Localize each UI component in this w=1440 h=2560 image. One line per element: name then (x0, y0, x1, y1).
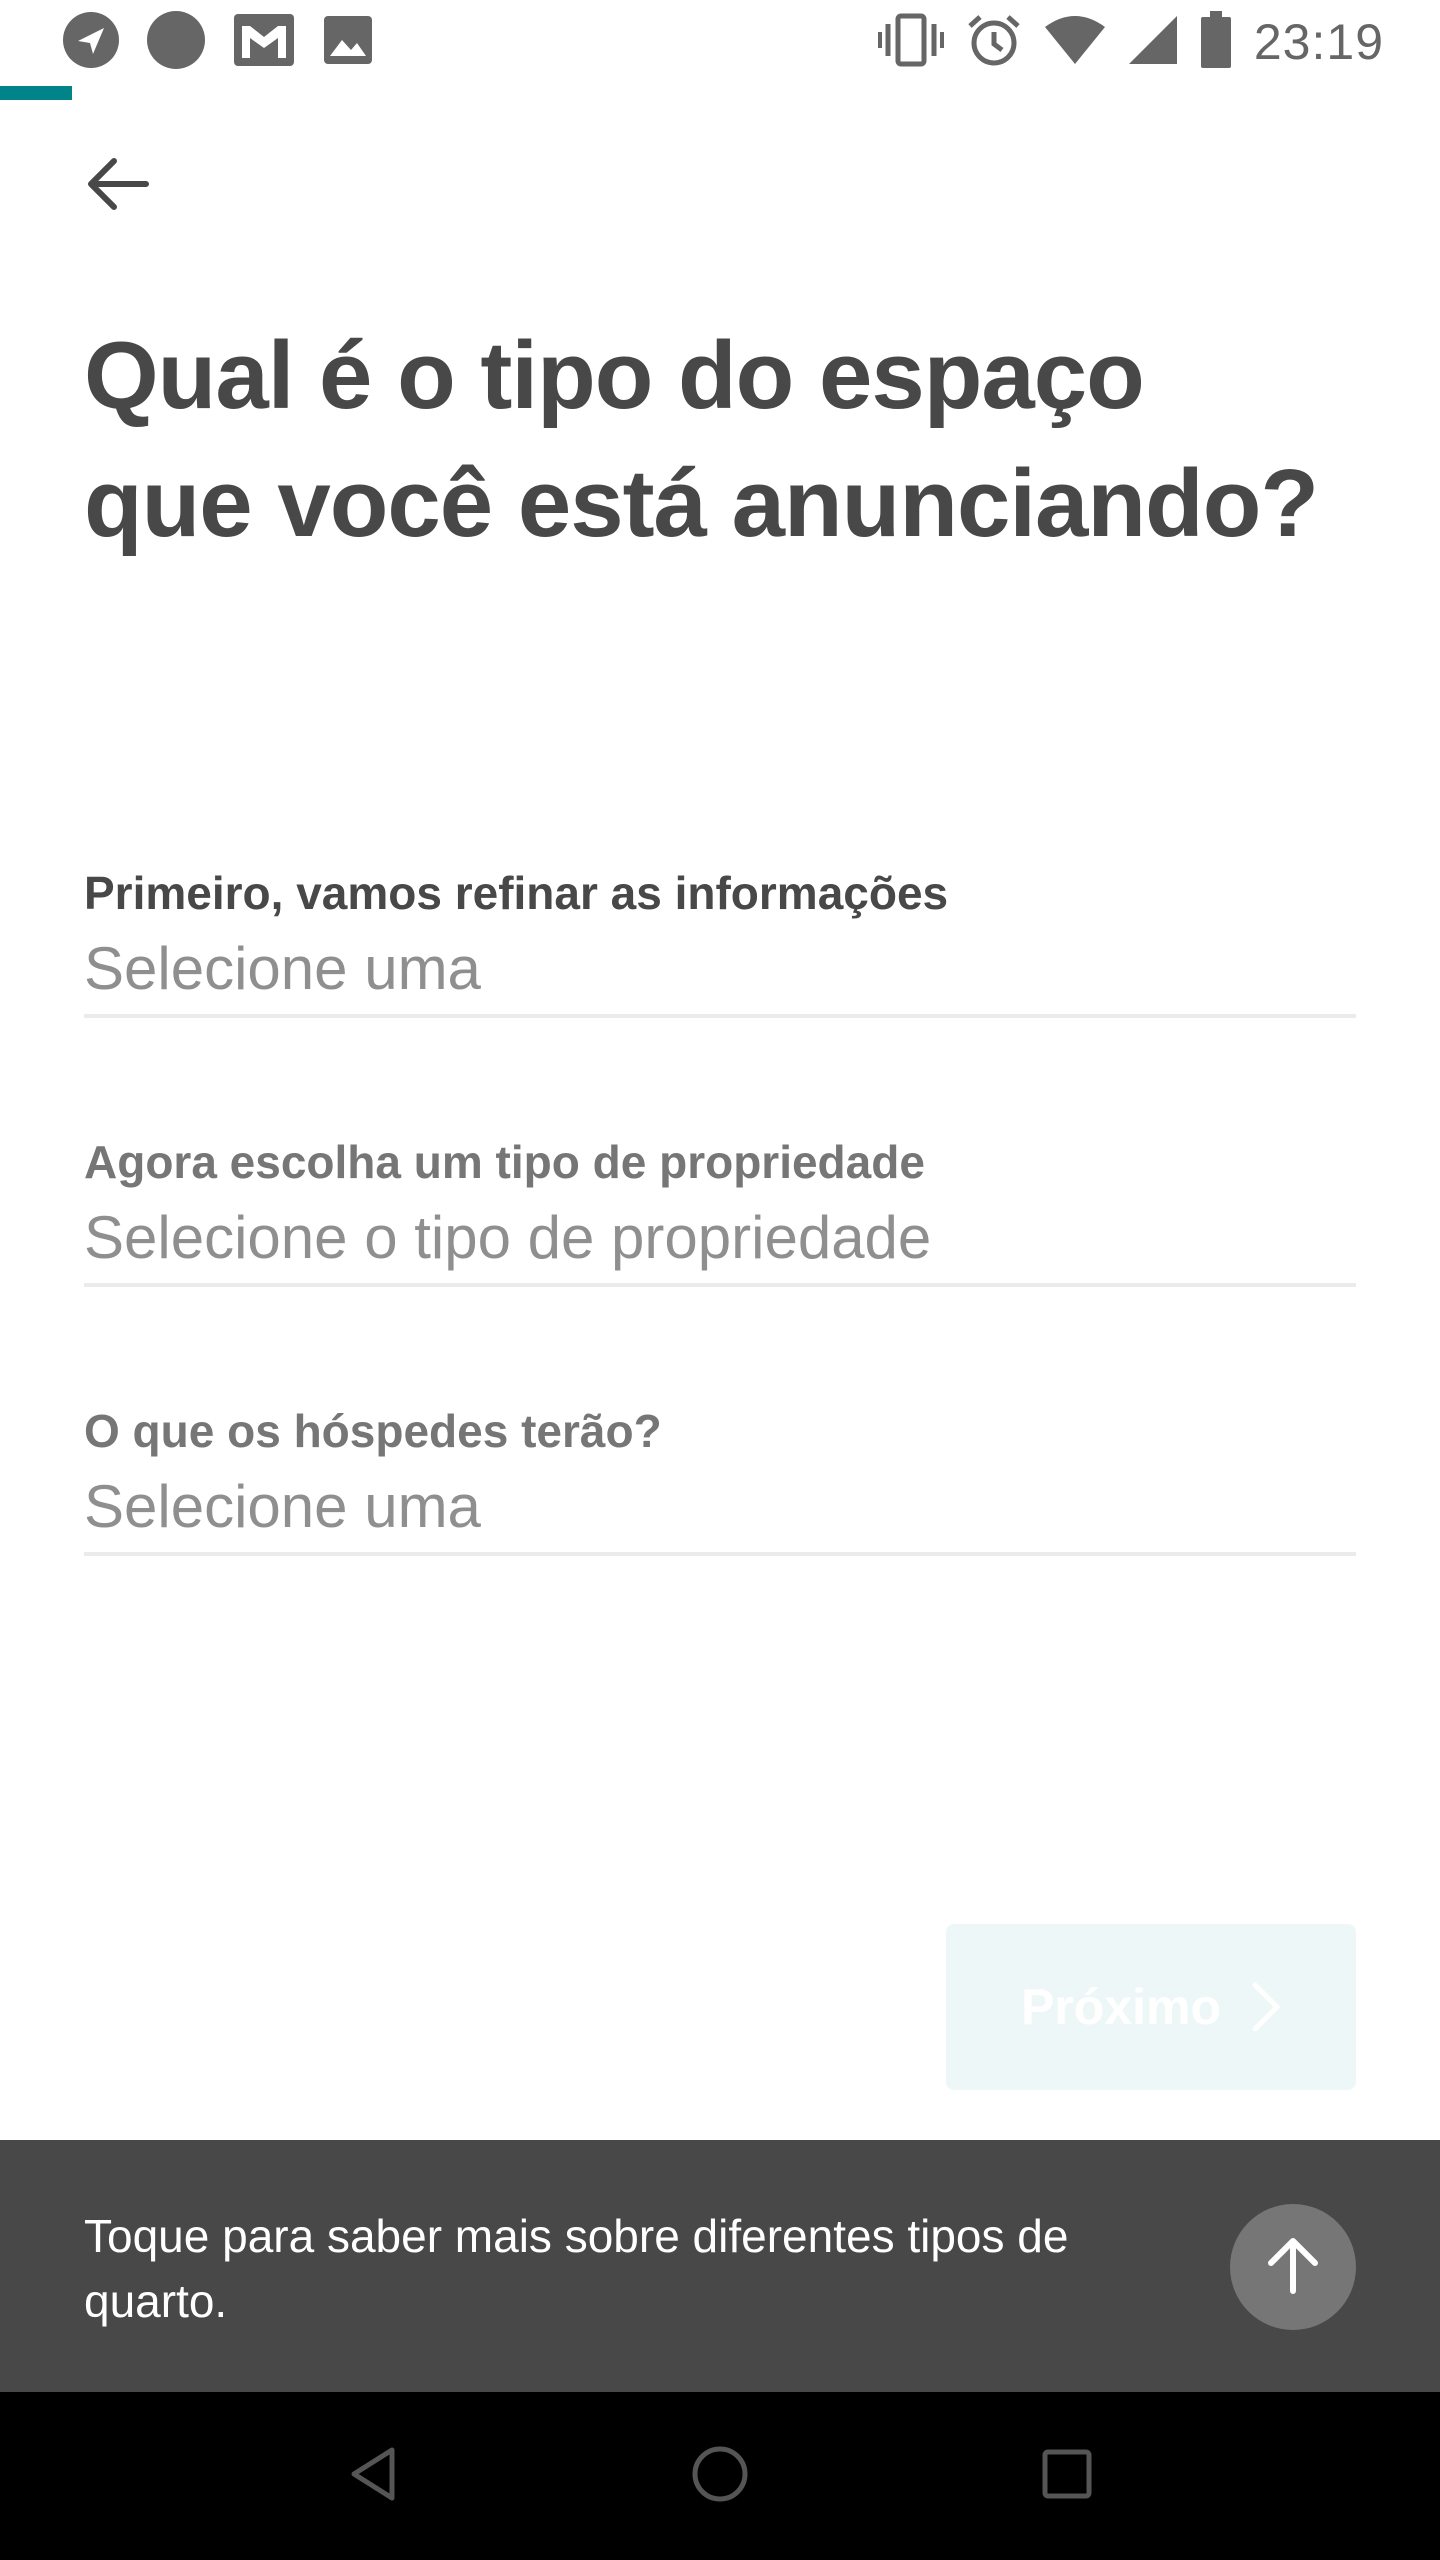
status-left-icons (62, 10, 400, 75)
arrow-left-icon (86, 156, 150, 217)
expand-up-button[interactable] (1230, 2204, 1356, 2330)
nav-recents-button[interactable] (1012, 2421, 1122, 2531)
field-placeholder: Selecione uma (84, 1473, 481, 1540)
room-types-info-bar[interactable]: Toque para saber mais sobre diferentes t… (0, 2140, 1440, 2392)
page-title: Qual é o tipo do espaço que você está an… (84, 322, 1319, 557)
field-label: Primeiro, vamos refinar as informações (84, 867, 949, 919)
alarm-icon (966, 12, 1022, 73)
guest-space-field[interactable]: O que os hóspedes terão? Selecione uma (84, 1404, 1356, 1556)
nav-back-button[interactable] (318, 2421, 428, 2531)
gmail-icon (232, 12, 296, 73)
back-button[interactable] (72, 140, 164, 232)
refine-info-field[interactable]: Primeiro, vamos refinar as informações S… (84, 866, 1356, 1018)
property-type-field[interactable]: Agora escolha um tipo de propriedade Sel… (84, 1135, 1356, 1287)
status-right-icons: 23:19 (856, 10, 1384, 74)
status-time: 23:19 (1253, 14, 1384, 70)
field-label: Agora escolha um tipo de propriedade (84, 1136, 925, 1188)
navigation-icon (62, 11, 120, 74)
next-button[interactable]: Próximo (946, 1924, 1356, 2090)
nav-home-button[interactable] (665, 2421, 775, 2531)
next-button-label: Próximo (1020, 1979, 1222, 2035)
vibrate-icon (877, 12, 944, 73)
system-nav-bar (0, 2392, 1440, 2560)
signal-icon (1128, 15, 1178, 70)
progress-indicator (0, 86, 72, 100)
home-circle-icon (691, 2445, 749, 2508)
field-label: O que os hóspedes terão? (84, 1405, 662, 1457)
recents-square-icon (1041, 2448, 1093, 2505)
battery-icon (1200, 10, 1232, 74)
wifi-icon (1044, 15, 1106, 70)
chevron-right-icon (1251, 1981, 1281, 2033)
info-text: Toque para saber mais sobre diferentes t… (84, 2210, 1069, 2327)
image-icon (322, 14, 374, 71)
circle-notification-icon (146, 10, 206, 75)
arrow-up-icon (1265, 2235, 1321, 2300)
status-bar: 23:19 (0, 0, 1440, 84)
field-placeholder: Selecione uma (84, 935, 481, 1002)
field-placeholder: Selecione o tipo de propriedade (84, 1204, 932, 1271)
screen: 23:19 Qual é o tipo do espaço que você e… (0, 0, 1440, 2560)
back-triangle-icon (348, 2446, 398, 2507)
